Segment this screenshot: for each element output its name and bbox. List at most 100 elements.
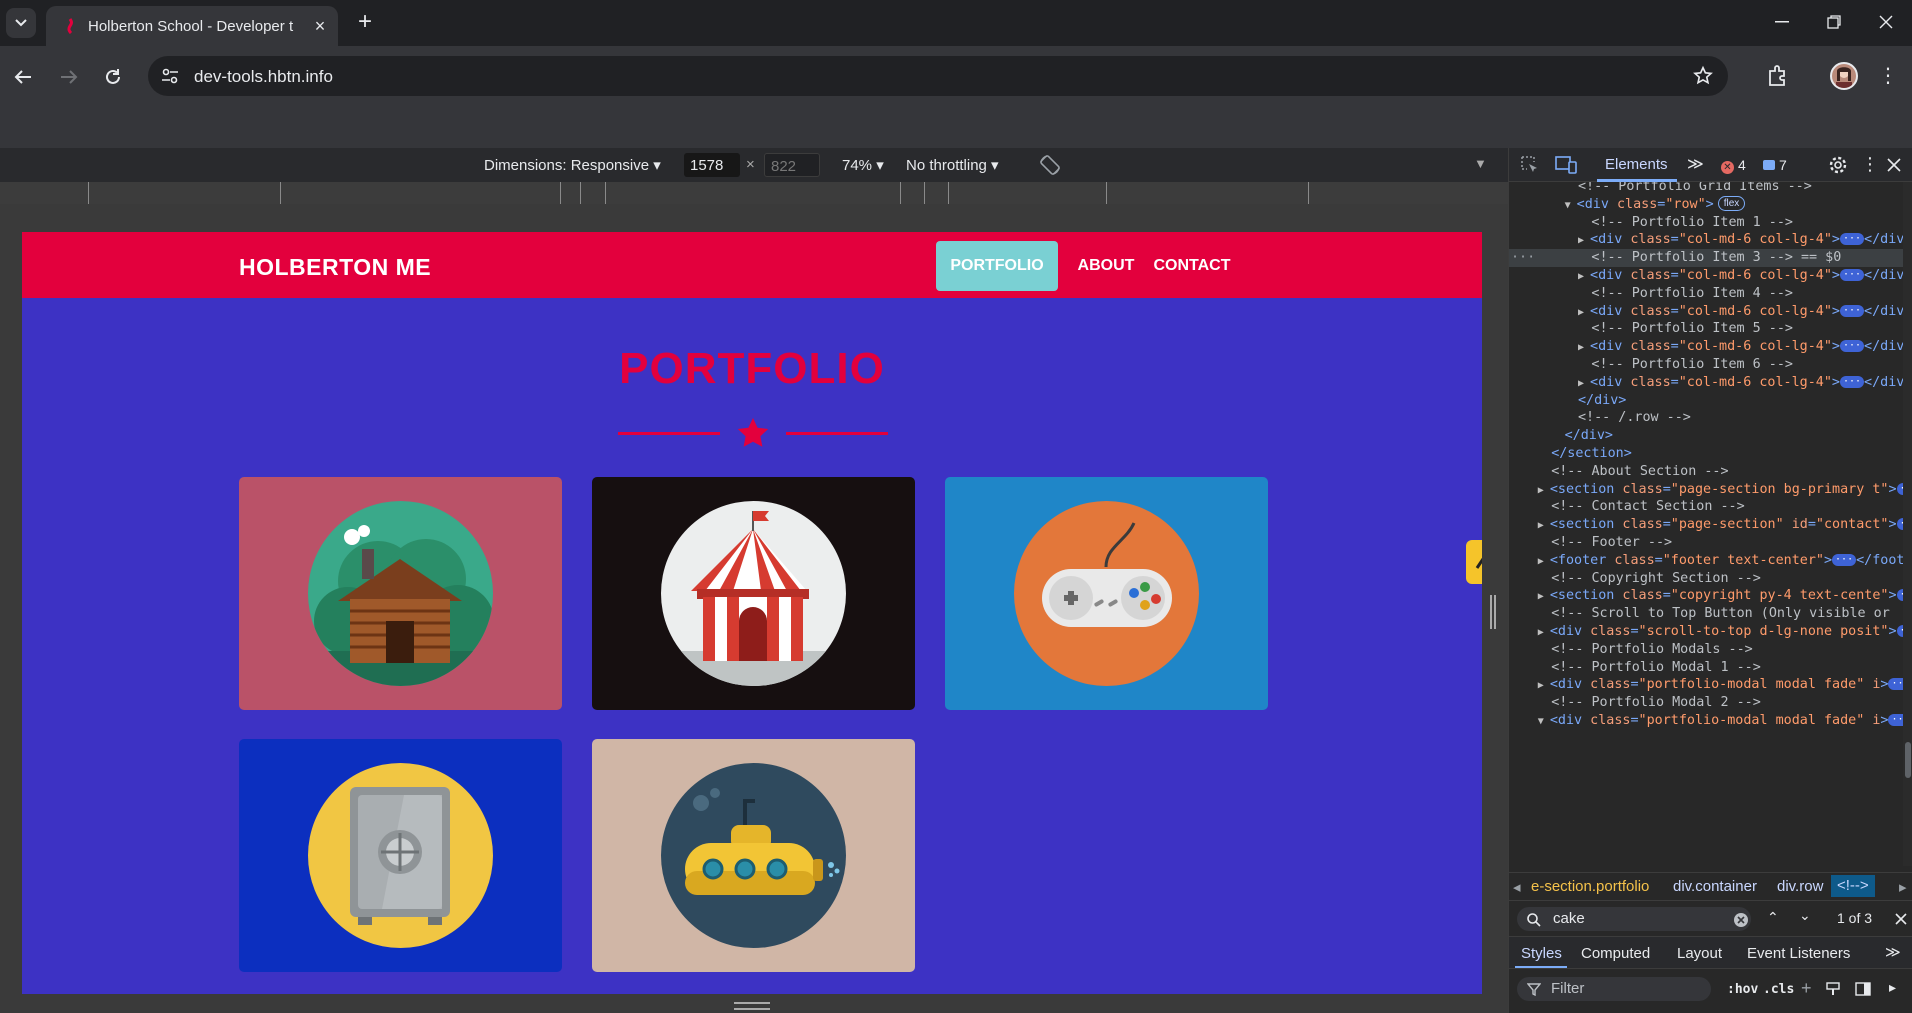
error-count[interactable]: ✕ 4	[1721, 157, 1746, 174]
tab-styles[interactable]: Styles	[1521, 945, 1562, 962]
tab-search-button[interactable]	[6, 8, 36, 38]
profile-avatar[interactable]	[1830, 62, 1858, 90]
portfolio-item-circus-tent[interactable]	[592, 477, 915, 710]
dom-line[interactable]: ▶ <div class="portfolio-modal modal fade…	[1509, 676, 1905, 694]
expand-toggle-icon[interactable]: ▶	[1538, 556, 1550, 567]
expand-toggle-icon[interactable]: ▶	[1538, 591, 1550, 602]
scrollbar-thumb[interactable]	[1905, 742, 1911, 778]
collapsed-children-icon[interactable]: ···	[1832, 553, 1857, 566]
dom-line[interactable]: </div>	[1509, 392, 1905, 410]
breadcrumb-scroll-right-icon[interactable]: ▸	[1899, 878, 1907, 896]
browser-menu-icon[interactable]: ⋮	[1876, 62, 1900, 90]
cls-toggle[interactable]: .cls	[1763, 982, 1794, 997]
viewport-resize-handle-right[interactable]	[1490, 595, 1496, 629]
more-style-tabs-icon[interactable]: ≫	[1885, 943, 1901, 961]
tab-computed[interactable]: Computed	[1581, 945, 1650, 962]
tab-event-listeners[interactable]: Event Listeners	[1747, 945, 1850, 962]
dom-line[interactable]: <!-- Footer -->	[1509, 534, 1905, 552]
throttling-dropdown[interactable]: No throttling ▾	[906, 156, 999, 174]
zoom-dropdown[interactable]: 74% ▾	[842, 156, 884, 174]
scroll-to-top-button[interactable]	[1466, 540, 1482, 584]
dom-line[interactable]: ▶ <section class="page-section bg-primar…	[1509, 481, 1905, 499]
element-state-icon[interactable]	[1825, 981, 1841, 997]
dom-line[interactable]: ▶ <footer class="footer text-center"> ···…	[1509, 552, 1905, 570]
dom-line[interactable]: <!-- Contact Section -->	[1509, 498, 1905, 516]
collapsed-children-icon[interactable]: ···	[1839, 233, 1865, 246]
bookmark-star-icon[interactable]	[1692, 65, 1714, 87]
url-text[interactable]: dev-tools.hbtn.info	[194, 67, 333, 87]
breadcrumb-section[interactable]: e-section.portfolio	[1531, 878, 1649, 895]
dom-line[interactable]: ▶ <div class="col-md-6 col-lg-4"> ··· </di…	[1509, 267, 1905, 285]
new-style-rule-icon[interactable]: +	[1801, 978, 1812, 999]
dom-line[interactable]: ▶ <section class="copyright py-4 text-ce…	[1509, 587, 1905, 605]
reload-icon[interactable]	[96, 60, 130, 94]
tab-elements[interactable]: Elements	[1605, 156, 1668, 173]
more-tabs-icon[interactable]: ≫	[1687, 154, 1704, 174]
dom-line[interactable]: <!-- Portfolio Item 6 -->	[1509, 356, 1905, 374]
expand-toggle-icon[interactable]: ▼	[1565, 200, 1577, 211]
collapsed-children-icon[interactable]: ···	[1839, 304, 1865, 317]
styles-more-icon[interactable]: ▸	[1889, 979, 1896, 996]
dom-line[interactable]: ▼ <div class="portfolio-modal modal fade…	[1509, 712, 1905, 730]
new-tab-button[interactable]: +	[350, 8, 380, 38]
dom-line[interactable]: <!-- Portfolio Grid Items -->	[1509, 182, 1905, 196]
hov-toggle[interactable]: :hov	[1727, 982, 1758, 997]
device-toolbar-more-icon[interactable]: ▼	[1474, 156, 1487, 171]
inspect-element-icon[interactable]	[1521, 156, 1539, 174]
dom-line[interactable]: ▶ <div class="scroll-to-top d-lg-none po…	[1509, 623, 1905, 641]
restore-icon[interactable]	[1806, 0, 1862, 44]
dom-line[interactable]: ▶ <section class="page-section" id="cont…	[1509, 516, 1905, 534]
close-devtools-icon[interactable]	[1887, 158, 1901, 172]
expand-toggle-icon[interactable]: ▶	[1578, 307, 1590, 318]
expand-toggle-icon[interactable]: ▼	[1538, 716, 1550, 727]
styles-filter-input[interactable]: Filter	[1517, 977, 1711, 1001]
breadcrumb-scroll-left-icon[interactable]: ◂	[1513, 878, 1521, 896]
dom-search-input[interactable]: cake	[1517, 907, 1751, 931]
portfolio-item-safe[interactable]	[239, 739, 562, 972]
expand-toggle-icon[interactable]: ▶	[1538, 680, 1550, 691]
dom-line[interactable]: <!-- About Section -->	[1509, 463, 1905, 481]
close-tab-icon[interactable]: ×	[308, 14, 332, 38]
nav-link-contact[interactable]: CONTACT	[1148, 241, 1236, 291]
address-bar[interactable]: dev-tools.hbtn.info	[148, 56, 1728, 96]
nav-link-portfolio[interactable]: PORTFOLIO	[936, 241, 1058, 291]
close-window-icon[interactable]	[1858, 0, 1912, 44]
collapsed-children-icon[interactable]: ···	[1839, 340, 1865, 353]
expand-toggle-icon[interactable]: ▶	[1578, 378, 1590, 389]
back-icon[interactable]	[6, 60, 40, 94]
dom-line[interactable]: <!-- Portfolio Modal 2 -->	[1509, 694, 1905, 712]
flex-badge[interactable]: flex	[1717, 196, 1746, 212]
dom-line[interactable]: ▶ <div class="col-md-6 col-lg-4"> ··· </di…	[1509, 231, 1905, 249]
forward-icon[interactable]	[52, 60, 86, 94]
previous-match-icon[interactable]: ⌃	[1767, 909, 1779, 926]
settings-gear-icon[interactable]	[1829, 156, 1847, 174]
message-count[interactable]: 7	[1763, 157, 1787, 173]
rotate-icon[interactable]	[1038, 153, 1062, 177]
dom-line[interactable]: <!-- Scroll to Top Button (Only visible …	[1509, 605, 1905, 623]
breadcrumb-comment[interactable]: <!-->	[1831, 875, 1875, 897]
portfolio-item-game-controller[interactable]	[945, 477, 1268, 710]
viewport-resize-handle-bottom[interactable]	[734, 1002, 770, 1010]
expand-toggle-icon[interactable]: ▶	[1538, 627, 1550, 638]
devtools-menu-icon[interactable]: ⋮	[1861, 154, 1879, 175]
dom-line[interactable]: <!-- Portfolio Item 5 -->	[1509, 320, 1905, 338]
portfolio-item-submarine[interactable]	[592, 739, 915, 972]
breadcrumb-container[interactable]: div.container	[1673, 878, 1757, 895]
dimensions-dropdown[interactable]: Dimensions: Responsive ▾	[484, 156, 661, 174]
expand-toggle-icon[interactable]: ▶	[1578, 235, 1590, 246]
collapsed-children-icon[interactable]: ···	[1839, 269, 1865, 281]
dom-line[interactable]: <!-- /.row -->	[1509, 409, 1905, 427]
browser-tab[interactable]: Holberton School - Developer t ×	[46, 6, 338, 46]
toggle-sidebar-icon[interactable]	[1855, 981, 1871, 997]
clear-search-icon[interactable]	[1733, 912, 1749, 928]
width-input[interactable]: 1578	[684, 153, 740, 177]
dom-line[interactable]: ▼ <div class="row"> flex	[1509, 196, 1905, 214]
expand-toggle-icon[interactable]: ▶	[1538, 520, 1550, 531]
collapsed-children-icon[interactable]: ···	[1839, 375, 1865, 388]
next-match-icon[interactable]: ⌄	[1799, 907, 1811, 924]
site-settings-icon[interactable]	[160, 66, 180, 86]
dom-line[interactable]: ▶ <div class="col-md-6 col-lg-4"> ··· </di…	[1509, 374, 1905, 392]
dom-line[interactable]: ▶ <div class="col-md-6 col-lg-4"> ··· </di…	[1509, 303, 1905, 321]
dom-line[interactable]: ··· <!-- Portfolio Item 3 --> == $0	[1509, 249, 1905, 267]
site-brand[interactable]: HOLBERTON ME	[239, 254, 431, 281]
